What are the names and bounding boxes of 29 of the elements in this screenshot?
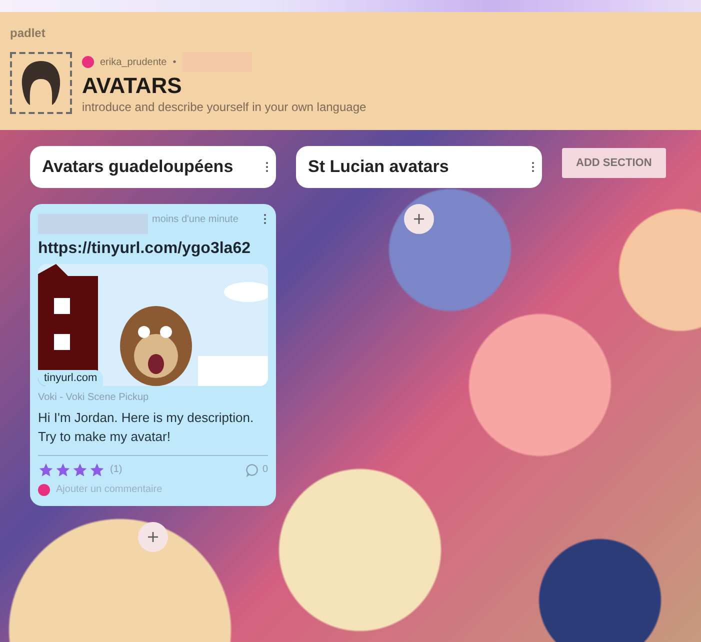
more-icon[interactable] [264,162,270,172]
separator-dot: • [172,56,176,68]
plus-icon [414,214,424,224]
add-post-button[interactable] [404,204,434,234]
user-avatar-icon [38,484,50,496]
comment-input-field[interactable]: Ajouter un commentaire [56,484,236,496]
hair-icon [20,59,62,107]
star-icon[interactable] [89,462,105,478]
rating-count: (1) [110,464,122,476]
star-icon[interactable] [72,462,88,478]
link-domain: tinyurl.com [38,370,104,386]
post-link[interactable]: https://tinyurl.com/ygo3la62 [38,240,268,258]
post-time: moins d'une minute [152,214,240,225]
author-name[interactable]: erika_prudente [100,56,167,68]
star-icon[interactable] [38,462,54,478]
add-post-button[interactable] [138,522,168,552]
comment-count: 0 [262,464,268,476]
section-title[interactable]: Avatars guadeloupéens [42,157,234,177]
add-section-button[interactable]: ADD SECTION [562,148,666,178]
author-avatar-icon [82,56,94,68]
star-icon[interactable] [55,462,71,478]
section-title[interactable]: St Lucian avatars [308,157,449,177]
plus-icon [148,532,158,542]
more-icon[interactable] [530,162,536,172]
more-icon[interactable] [262,214,268,224]
board-title: AVATARS [82,73,183,99]
post-body: Hi I'm Jordan. Here is my description. Try to make my avatar! [38,409,268,456]
link-source: Voki - Voki Scene Pickup [38,392,150,403]
board-description: introduce and describe yourself in your own language [82,100,366,114]
